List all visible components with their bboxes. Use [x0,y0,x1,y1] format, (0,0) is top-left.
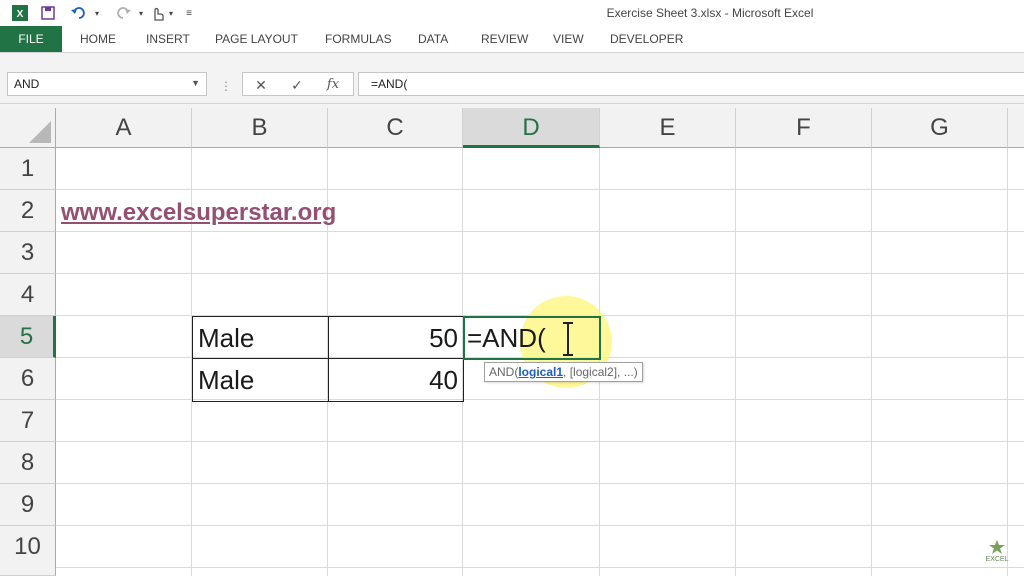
cell-c5[interactable]: 50 [328,316,464,359]
row-header-9[interactable]: 9 [0,484,56,526]
excel-logo-icon: X [10,4,30,22]
redo-dropdown-icon[interactable]: ▾ [136,4,146,22]
star-icon [989,540,1005,554]
enter-check-icon[interactable]: ✓ [285,76,309,94]
column-header-c[interactable]: C [328,108,463,148]
row-header-5[interactable]: 5 [0,316,56,358]
row-header-4[interactable]: 4 [0,274,56,316]
cell-b6[interactable]: Male [192,358,329,402]
column-header-e[interactable]: E [600,108,736,148]
active-cell-border [463,316,601,360]
formula-bar-grip-icon: ⋮ [220,79,232,93]
formula-content: =AND( [371,77,408,91]
row-header-3[interactable]: 3 [0,232,56,274]
ribbon-tabs: FILE HOME INSERT PAGE LAYOUT FORMULAS DA… [0,26,1024,53]
row-header-2[interactable]: 2 [0,190,56,232]
select-all-corner[interactable] [0,108,56,148]
row-header-10[interactable]: 10 [0,526,56,576]
column-header-a[interactable]: A [56,108,192,148]
website-link[interactable]: www.excelsuperstar.org [61,199,336,226]
tab-data[interactable]: DATA [418,26,448,52]
row-header-7[interactable]: 7 [0,400,56,442]
column-header-b[interactable]: B [192,108,328,148]
watermark-text: EXCEL [985,556,1009,563]
watermark-logo: EXCEL [982,540,1012,570]
tooltip-rest: , [logical2], ...) [563,365,638,379]
save-icon[interactable] [38,4,58,22]
customize-qat-icon[interactable]: ≡ [182,4,196,22]
cell-b5[interactable]: Male [192,316,329,359]
chevron-down-icon[interactable]: ▼ [191,78,200,88]
row-header-8[interactable]: 8 [0,442,56,484]
tab-file[interactable]: FILE [0,26,62,52]
svg-text:X: X [17,9,24,20]
column-header-f[interactable]: F [736,108,872,148]
formula-input[interactable]: =AND( [358,72,1024,96]
column-header-d[interactable]: D [463,108,600,148]
name-box-value: AND [14,77,40,91]
tab-formulas[interactable]: FORMULAS [325,26,392,52]
column-header-g[interactable]: G [872,108,1008,148]
tab-review[interactable]: REVIEW [481,26,528,52]
tooltip-arg-logical1[interactable]: logical1 [518,365,563,379]
tab-developer[interactable]: DEVELOPER [610,26,683,52]
insert-function-icon[interactable]: fx [321,76,345,94]
function-tooltip: AND(logical1, [logical2], ...) [484,362,643,382]
cell-a2[interactable]: www.excelsuperstar.org [61,190,401,232]
tooltip-function-name: AND( [489,365,519,379]
row-header-6[interactable]: 6 [0,358,56,400]
title-bar: X ▾ ▾ ▾ ≡ Exercise Sheet 3.xlsx - Micros… [0,0,1024,26]
ribbon-collapsed-band [0,53,1024,67]
tab-page-layout[interactable]: PAGE LAYOUT [215,26,298,52]
touch-mode-dropdown-icon[interactable]: ▾ [166,4,176,22]
undo-dropdown-icon[interactable]: ▾ [92,4,102,22]
undo-icon[interactable] [68,4,90,22]
formula-buttons: ✕ ✓ fx [242,72,354,96]
formula-bar: AND ▼ ⋮ ✕ ✓ fx =AND( [0,67,1024,104]
touch-mode-icon[interactable] [146,4,168,22]
redo-icon[interactable] [112,4,134,22]
cancel-icon[interactable]: ✕ [249,76,273,94]
name-box[interactable]: AND ▼ [7,72,207,96]
row-header-1[interactable]: 1 [0,148,56,190]
column-header-h[interactable] [1008,108,1024,148]
tab-insert[interactable]: INSERT [146,26,190,52]
cell-c6[interactable]: 40 [328,358,464,402]
tab-home[interactable]: HOME [80,26,116,52]
window-title: Exercise Sheet 3.xlsx - Microsoft Excel [606,6,814,20]
text-cursor-icon [562,322,574,356]
tab-view[interactable]: VIEW [553,26,584,52]
